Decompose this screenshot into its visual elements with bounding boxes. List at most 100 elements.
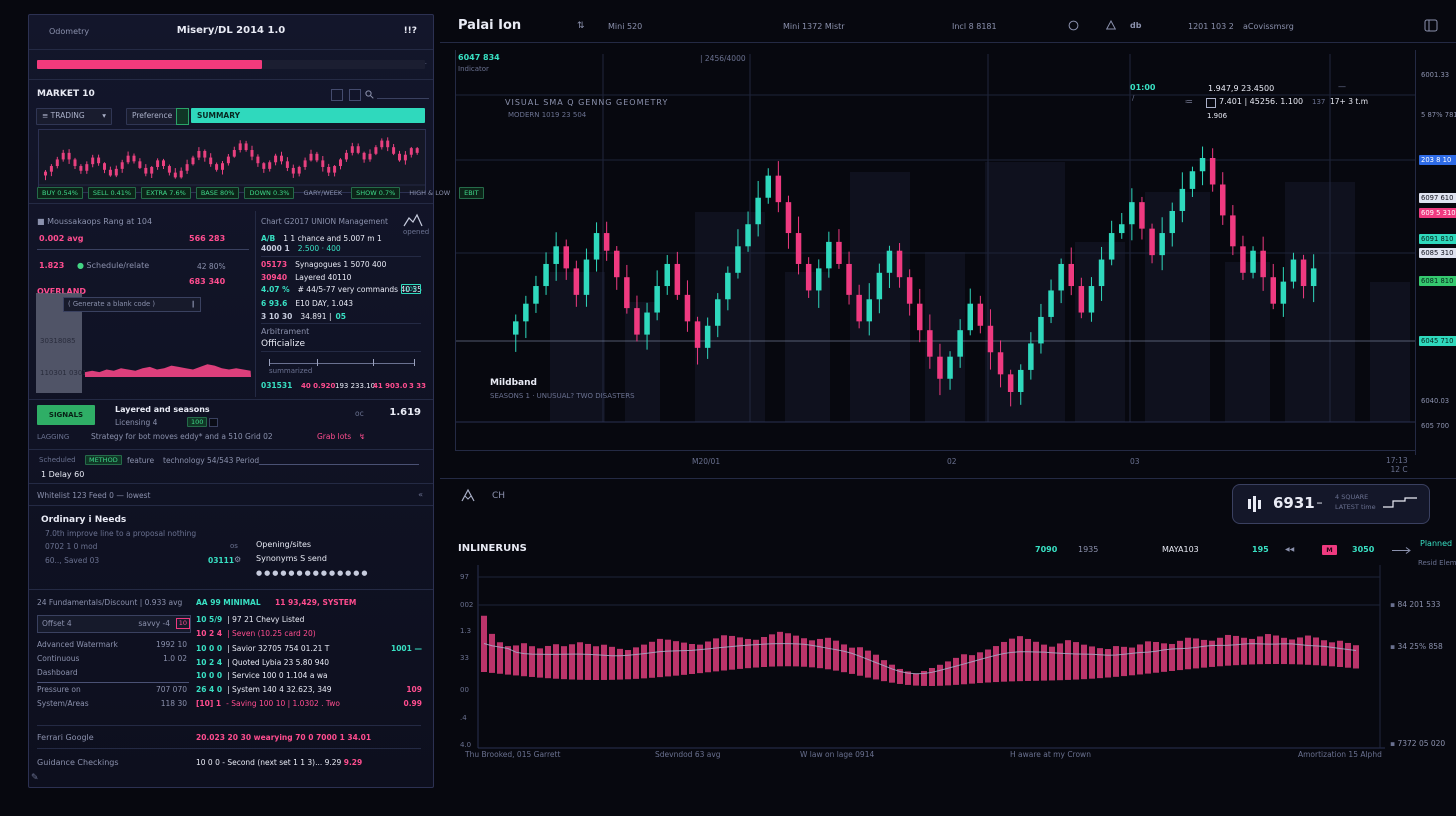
metrics-row[interactable]: Continuous1.0 02 xyxy=(37,654,189,667)
stats-row2-value: 42 80% xyxy=(197,262,226,271)
order-num: 10 5/9 xyxy=(196,615,222,624)
order-row[interactable]: 26 4 0| System 140 4 32.623, 349109 xyxy=(196,685,422,697)
price-scale-label[interactable]: 6045 710 xyxy=(1419,336,1456,346)
filter-chip[interactable]: BASE 80% xyxy=(196,187,240,199)
config-row-extra: 05 xyxy=(335,312,345,321)
order-row[interactable]: 10 0 0| Savior 32705 754 01.21 T1001 — xyxy=(196,644,422,656)
search-icon xyxy=(365,90,374,99)
order-row[interactable]: 10 2 4| Quoted Lybia 23 5.80 940 xyxy=(196,658,422,670)
header-item-4[interactable]: 1201 103 2 xyxy=(1188,22,1234,31)
price-scale-label[interactable]: 203 8 10 xyxy=(1419,155,1456,165)
arrow-line-icon[interactable] xyxy=(1392,546,1412,555)
side-sub-label: Resid Elems xyxy=(1418,559,1456,567)
price-pill[interactable]: 6931 _ 4 SQUARE LATEST time xyxy=(1232,484,1430,524)
box-icon[interactable] xyxy=(1424,19,1438,32)
filter-chip[interactable]: GARY/WEEK xyxy=(299,188,346,198)
price-scale-label[interactable]: 6085 310 xyxy=(1419,248,1456,258)
confirm-button[interactable] xyxy=(176,108,189,125)
stats-row2-label: 1.823 xyxy=(39,261,64,270)
mini-candle-chart[interactable] xyxy=(38,129,426,193)
synonyms-label[interactable]: Synonyms S send xyxy=(256,554,327,563)
order-row[interactable]: 10 0 0| Service 100 0 1.104 a wa xyxy=(196,671,422,683)
filter-chip[interactable]: EXTRA 7.6% xyxy=(141,187,191,199)
order-row[interactable]: 10 2 4| Seven (10.25 card 20) xyxy=(196,629,422,641)
order-num: 10 0 0 xyxy=(196,671,222,680)
clock-icon[interactable] xyxy=(1068,20,1079,31)
config-stat-e: 3 33 xyxy=(409,382,426,390)
stats-row1-label: 0.002 avg xyxy=(39,234,83,243)
progress-dot: · xyxy=(425,60,427,68)
header-item-1[interactable]: Mini 520 xyxy=(608,22,642,31)
header-item-2[interactable]: Mini 1372 Mistr xyxy=(783,22,845,31)
order-text: | Seven (10.25 card 20) xyxy=(227,629,316,638)
order-row[interactable]: [10] 1- Saving 100 10 | 1.0302 . Two0.99 xyxy=(196,699,422,711)
price-scale-label[interactable]: 609 5 310 xyxy=(1419,208,1456,218)
overlay-box-value: 7.401 | 45256. 1.100 xyxy=(1219,97,1303,106)
method-chip[interactable]: METHOD xyxy=(85,455,122,465)
price-scale-label[interactable]: 6001.33 xyxy=(1419,70,1456,80)
order-row[interactable]: 10 5/9| 97 21 Chevy Listed xyxy=(196,615,422,627)
stats-row1-value: 566 283 xyxy=(189,234,225,243)
filter-chip[interactable]: DOWN 0.3% xyxy=(244,187,294,199)
signals-badge[interactable]: SIGNALS xyxy=(37,405,95,425)
filter-chip[interactable]: BUY 0.54% xyxy=(37,187,83,199)
search-input[interactable] xyxy=(377,87,429,99)
grid-icon[interactable] xyxy=(331,89,343,101)
database-icon[interactable]: db xyxy=(1130,21,1141,30)
opening-sites-label[interactable]: Opening/sites xyxy=(256,540,311,549)
lagging-text: Strategy for bot moves eddy* and a 510 G… xyxy=(91,432,273,441)
generate-dropdown[interactable]: ( Generate a blank code )❙ xyxy=(63,297,201,312)
price-scale-label[interactable]: 5 87% 781 xyxy=(1419,110,1456,120)
volume-y-label: .4 xyxy=(460,714,467,722)
config-row-text: 2.500 · 400 xyxy=(298,244,341,253)
lagging-link[interactable]: Grab lots xyxy=(317,432,351,441)
price-scale-label[interactable]: 6040.03 xyxy=(1419,396,1456,406)
volume-chart[interactable] xyxy=(455,560,1415,760)
share-icon[interactable]: « xyxy=(418,490,423,499)
gear-icon[interactable]: ⚙ xyxy=(234,555,241,564)
metrics-row[interactable]: Dashboard xyxy=(37,668,189,681)
metrics-row[interactable]: Offset 4savvy -410 xyxy=(37,615,191,633)
summary-bar[interactable]: SUMMARY xyxy=(191,108,425,123)
whitelist-row[interactable]: Whitelist 123 Feed 0 — lowest xyxy=(37,491,151,500)
config-row-text: 34.891 | xyxy=(300,312,331,321)
alert-icon[interactable] xyxy=(1106,20,1116,30)
pair-select[interactable]: ≡ TRADING ▾ xyxy=(36,108,112,125)
mountain-chart-icon[interactable] xyxy=(403,213,423,227)
filter-chip[interactable]: SHOW 0.7% xyxy=(351,187,400,199)
metrics-row[interactable]: Pressure on707 070 xyxy=(37,685,189,698)
config-slider[interactable] xyxy=(269,357,415,364)
filter-chip[interactable]: HIGH & LOW xyxy=(405,188,454,198)
sort-arrows-icon[interactable]: ⇅ xyxy=(577,21,585,31)
overlay-price: 1.947,9 23.4500 xyxy=(1208,84,1274,93)
rewind-icon[interactable]: ◀◀ xyxy=(1285,546,1294,553)
edit-pencil-icon[interactable]: ✎ xyxy=(31,773,39,783)
order-text: - Saving 100 10 | 1.0302 . Two xyxy=(226,699,340,708)
signals-square-icon[interactable] xyxy=(209,418,218,427)
order-num: 10 2 4 xyxy=(196,658,222,667)
panel-title: Misery/DL 2014 1.0 xyxy=(29,25,433,36)
panel-actions-button[interactable]: !!? xyxy=(404,26,417,36)
bottom-chart-title: INLINERUNS xyxy=(458,543,527,554)
list-icon[interactable]: ≔ xyxy=(1185,97,1193,106)
metrics-row[interactable]: System/Areas118 30 xyxy=(37,699,189,712)
bottom-pink-chip[interactable]: M xyxy=(1322,545,1337,555)
beacon-icon[interactable] xyxy=(460,488,476,502)
checkbox-icon[interactable] xyxy=(1206,98,1216,108)
price-scale-label[interactable]: 6091 810 xyxy=(1419,234,1456,244)
metrics-value: 1.0 02 xyxy=(163,654,187,663)
config-row-text: Synagogues 1 5070 400 xyxy=(295,260,386,269)
header-item-5[interactable]: aCovissmsrg xyxy=(1243,22,1294,31)
toolbar-ch-button[interactable]: CH xyxy=(492,491,505,501)
chart-watermark-1: VISUAL SMA Q GENNG GEOMETRY xyxy=(505,98,668,107)
price-scale-label[interactable]: 6081 810 xyxy=(1419,276,1456,286)
price-scale-label[interactable]: 605 700 xyxy=(1419,421,1456,431)
filter-chip[interactable]: SELL 0.41% xyxy=(88,187,136,199)
price-scale-label[interactable]: 6097 610 xyxy=(1419,193,1456,203)
overlay-dash: — xyxy=(1338,82,1346,91)
doc-icon[interactable] xyxy=(349,89,361,101)
preference-select[interactable]: Preference ... xyxy=(126,108,182,125)
trading-dashboard: Odometry Misery/DL 2014 1.0 !!? · MARKET… xyxy=(0,0,1456,816)
metrics-row[interactable]: Advanced Watermark1992 10 xyxy=(37,640,189,653)
header-item-3[interactable]: Incl 8 8181 xyxy=(952,22,997,31)
